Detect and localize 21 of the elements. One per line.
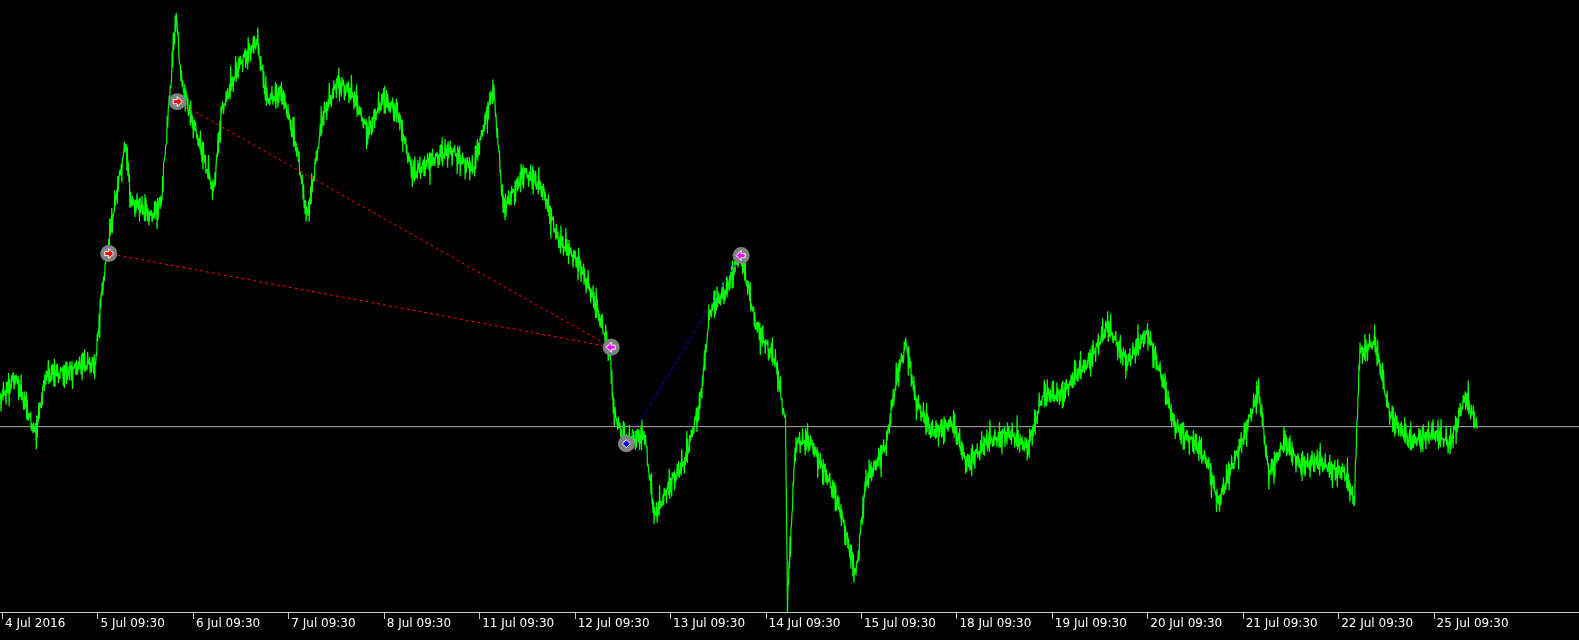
axis-label: 14 Jul 09:30 <box>768 616 841 630</box>
axis-label: 12 Jul 09:30 <box>577 616 650 630</box>
axis-label: 18 Jul 09:30 <box>959 616 1032 630</box>
diamond-marker-icon[interactable] <box>617 435 635 453</box>
axis-label: 11 Jul 09:30 <box>482 616 555 630</box>
axis-label: 7 Jul 09:30 <box>291 616 356 630</box>
axis-label: 19 Jul 09:30 <box>1054 616 1127 630</box>
axis-label: 25 Jul 09:30 <box>1436 616 1509 630</box>
axis-label: 21 Jul 09:30 <box>1245 616 1318 630</box>
axis-label: 5 Jul 09:30 <box>100 616 165 630</box>
axis-label: 6 Jul 09:30 <box>195 616 261 630</box>
axis-label: 13 Jul 09:30 <box>673 616 746 630</box>
arrow-marker-icon[interactable] <box>602 338 620 356</box>
axis-label: 15 Jul 09:30 <box>863 616 936 630</box>
axis-label: 22 Jul 09:30 <box>1341 616 1414 630</box>
arrow-marker-icon[interactable] <box>168 93 186 111</box>
arrow-marker-icon[interactable] <box>100 245 118 263</box>
arrow-marker-icon[interactable] <box>732 247 750 265</box>
axis-label: 8 Jul 09:30 <box>386 616 452 630</box>
axis-label: 20 Jul 09:30 <box>1150 616 1223 630</box>
axis-label: 4 Jul 2016 <box>5 616 66 630</box>
